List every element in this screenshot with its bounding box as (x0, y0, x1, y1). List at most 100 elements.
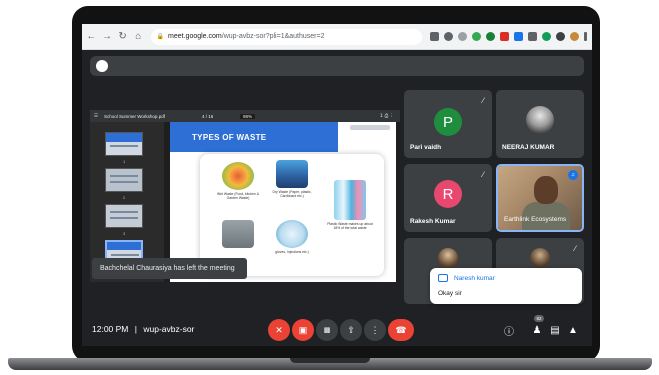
medical-waste-icon (276, 220, 308, 248)
blue-extension-icon[interactable] (514, 32, 523, 41)
pdf-download-print-icons[interactable]: ↧ ⎙ ⋮ (380, 113, 394, 119)
activities-button[interactable]: ▲ (566, 323, 580, 337)
participant-count-badge: 82 (534, 315, 544, 322)
back-icon[interactable]: ← (85, 30, 98, 44)
avatar (530, 248, 550, 268)
participant-left-notification: Bachchelal Chaurasiya has left the meeti… (92, 258, 247, 279)
info-icon: ⓘ (504, 326, 514, 338)
waste-caption: gloves, Injections etc.) (275, 250, 309, 254)
meeting-details-button[interactable]: ⓘ (502, 323, 516, 338)
chat-message: Okay sir (438, 290, 462, 297)
leave-call-button[interactable]: ☎ (388, 319, 414, 341)
meeting-info-separator: | (134, 324, 137, 334)
activities-shapes-icon: ▲ (568, 324, 578, 336)
url-path: /wup-avbz-sor?pli=1&authuser=2 (221, 33, 325, 40)
slide-title: TYPES OF WASTE (192, 133, 267, 142)
pdf-file-title: School Summer Workshop.pdf (104, 113, 165, 119)
participant-name: Pari vaidh (410, 144, 442, 151)
tab-extension-icon[interactable] (528, 32, 537, 41)
waste-item-dry: Dry Waste (Paper, plastic, Cardboard etc… (266, 160, 318, 198)
waste-item-plastic: Plastic Waste makes up about 18% of the … (324, 180, 376, 230)
pdf-zoom-level[interactable]: 98% (240, 113, 256, 119)
browser-menu-icon[interactable] (584, 32, 587, 41)
zoom-icon[interactable] (444, 32, 453, 41)
camera-off-button[interactable]: ▣ (292, 319, 314, 341)
red-extension-icon[interactable] (500, 32, 509, 41)
avatar: P (434, 108, 462, 136)
mic-off-icon: ✕ (275, 324, 283, 335)
home-icon[interactable]: ⌂ (132, 30, 145, 44)
speaking-indicator-icon: ♫ (568, 170, 578, 180)
slide-tag (350, 125, 390, 130)
chat-button[interactable]: ▤ (548, 323, 562, 337)
grammar-extension-icon[interactable] (486, 32, 495, 41)
plastic-waste-icon (334, 180, 366, 220)
waste-caption: Plastic Waste makes up about 18% of the … (327, 222, 373, 231)
pdf-thumbnail[interactable] (105, 132, 143, 156)
meeting-info: 12:00 PM | wup-avbz-sor (92, 324, 194, 334)
waste-item-medical: gloves, Injections etc.) (266, 220, 318, 254)
captions-icon: ▩ (323, 327, 331, 334)
bookmark-star-icon[interactable] (458, 32, 467, 41)
pdf-thumbnail[interactable] (105, 168, 143, 192)
participant-tile-active-speaker[interactable]: ♫ Earthlink Ecosystems (496, 164, 584, 232)
meeting-control-bar: 12:00 PM | wup-avbz-sor ✕ ▣ ▩ ⇧ ⋮ ☎ ⓘ 82… (82, 312, 592, 346)
chat-sender: Naresh kumar (454, 275, 495, 282)
waste-item-recycle (212, 220, 264, 248)
meeting-code: wup-avbz-sor (143, 324, 195, 334)
thumbnail-number: 3 (123, 231, 126, 236)
participant-tile[interactable]: R ∕ Rakesh Kumar (404, 164, 492, 232)
extension-icons (430, 32, 592, 41)
people-button[interactable]: ♟ (530, 323, 544, 337)
avatar (438, 248, 458, 268)
pdf-thumbnail[interactable] (105, 204, 143, 228)
status-indicator-dot (96, 60, 108, 72)
menu-icon[interactable]: ☰ (94, 113, 100, 119)
pdf-toolbar: ☰ School Summer Workshop.pdf 4 / 16 98% … (90, 110, 400, 122)
captions-button[interactable]: ▩ (316, 319, 338, 341)
more-vert-icon: ⋮ (370, 324, 380, 335)
pdf-page-indicator[interactable]: 4 / 16 (202, 114, 213, 119)
profile-avatar[interactable] (570, 32, 579, 41)
participant-tile[interactable]: P ∕ Pari vaidh (404, 90, 492, 158)
end-call-icon: ☎ (395, 324, 407, 335)
video-person-head (534, 176, 558, 204)
green-extension-icon[interactable] (472, 32, 481, 41)
thumbnail-number: 1 (123, 159, 126, 164)
mic-muted-icon: ∕ (482, 170, 484, 179)
meeting-time: 12:00 PM (92, 324, 129, 334)
waste-caption: Wet Waste (Food, kitchen & Garden Waste) (216, 192, 260, 201)
camera-off-icon: ▣ (298, 324, 308, 335)
mic-muted-icon: ∕ (574, 244, 576, 253)
waste-item-wet: Wet Waste (Food, kitchen & Garden Waste) (212, 162, 264, 200)
food-waste-icon (222, 162, 254, 190)
more-options-button[interactable]: ⋮ (364, 319, 386, 341)
laptop-screen: ← → ↻ ⌂ 🔒 meet.google.com/wup-avbz-sor?p… (82, 24, 592, 346)
presentation-area: ☰ School Summer Workshop.pdf 4 / 16 98% … (90, 110, 400, 282)
laptop-notch (290, 358, 370, 363)
present-now-button[interactable]: ⇧ (340, 319, 362, 341)
chat-message-popup[interactable]: Naresh kumar Okay sir (430, 268, 582, 304)
people-icon: ♟ (532, 324, 542, 336)
present-screen-icon: ⇧ (347, 324, 355, 335)
puzzle-icon[interactable] (556, 32, 565, 41)
forward-icon[interactable]: → (101, 30, 114, 44)
avatar (526, 106, 554, 134)
microphone-off-button[interactable]: ✕ (268, 319, 290, 341)
participant-name: Rakesh Kumar (410, 218, 456, 225)
mic-muted-icon: ∕ (482, 96, 484, 105)
recycle-bin-icon (222, 220, 254, 248)
thumbnail-number: 2 (123, 195, 126, 200)
screen-share-extension-icon[interactable] (430, 32, 439, 41)
chat-bubble-icon: ▤ (550, 324, 560, 336)
participant-tile[interactable]: NEERAJ KUMAR (496, 90, 584, 158)
participant-name: Earthlink Ecosystems (504, 216, 567, 223)
lock-icon: 🔒 (156, 34, 165, 40)
chat-icon (438, 274, 448, 282)
address-bar[interactable]: 🔒 meet.google.com/wup-avbz-sor?pli=1&aut… (150, 28, 422, 45)
teal-extension-icon[interactable] (542, 32, 551, 41)
meeting-status-bar (90, 56, 584, 76)
participant-name: NEERAJ KUMAR (502, 144, 555, 151)
avatar: R (434, 180, 462, 208)
reload-icon[interactable]: ↻ (116, 30, 129, 44)
